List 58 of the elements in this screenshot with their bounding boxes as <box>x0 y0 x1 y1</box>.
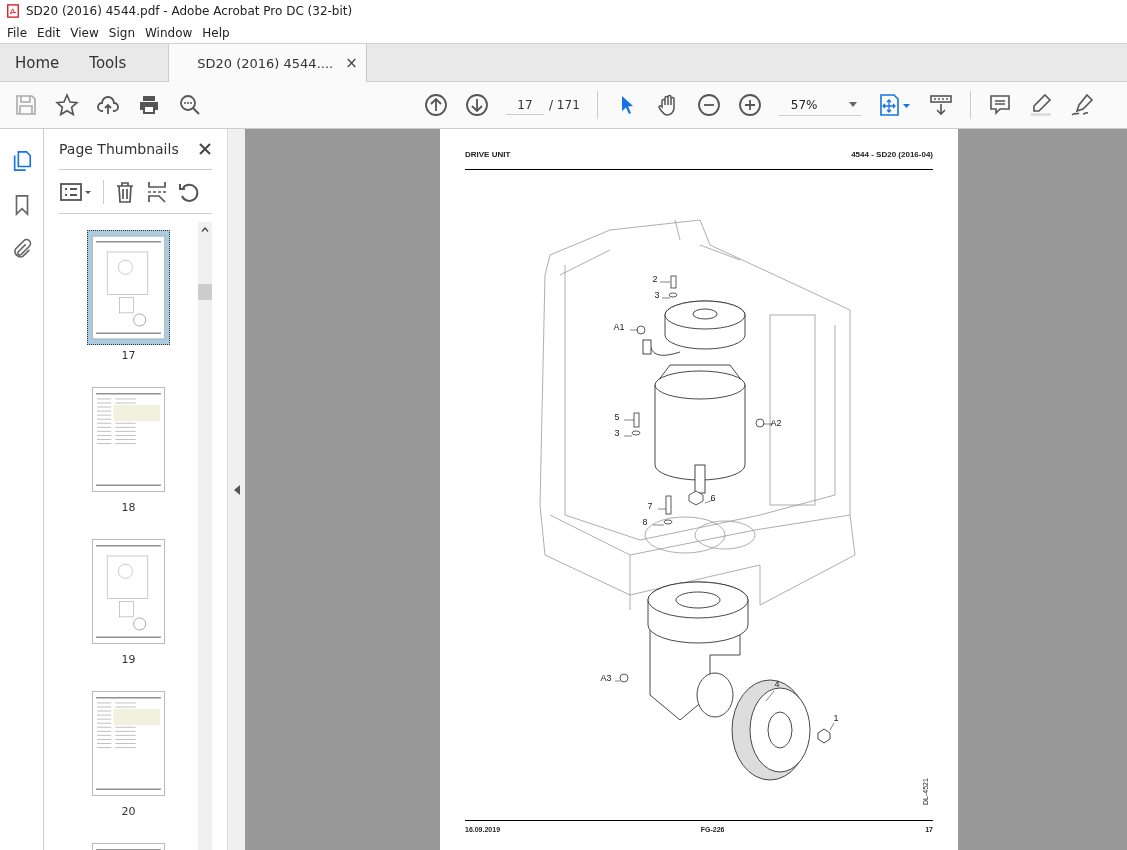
extract-pages-icon[interactable] <box>146 180 168 203</box>
callout-label: A1 <box>613 322 625 332</box>
print-icon[interactable] <box>137 93 161 117</box>
previous-page-icon[interactable] <box>424 93 448 117</box>
callout-label: 4 <box>774 679 780 689</box>
scroll-mode-icon[interactable] <box>928 93 953 117</box>
page-number-field[interactable]: 17 <box>506 95 544 115</box>
page-number-label: 20 <box>121 805 136 818</box>
page-thumbnail[interactable] <box>87 230 170 345</box>
page-header-title: DRIVE UNIT <box>465 150 511 159</box>
menu-item[interactable]: Sign <box>103 25 140 40</box>
comment-icon[interactable] <box>987 93 1012 117</box>
menu-item[interactable]: Help <box>197 25 235 40</box>
collapse-panel-icon[interactable] <box>233 484 240 495</box>
nav-tab[interactable]: Home <box>0 44 75 81</box>
pen-sign-icon[interactable] <box>1069 93 1094 117</box>
page-total: / 171 <box>549 98 580 112</box>
close-tab-button[interactable]: × <box>345 54 358 72</box>
menu-item[interactable]: Window <box>140 25 198 40</box>
callout-label: 1 <box>833 713 839 723</box>
highlighter-icon[interactable] <box>1028 93 1053 117</box>
callout-label: A2 <box>770 418 782 428</box>
next-page-icon[interactable] <box>465 93 489 117</box>
page-header-reference: 4544 - SD20 (2016-04) <box>851 150 933 159</box>
options-menu-icon[interactable] <box>59 180 93 203</box>
zoom-in-icon[interactable] <box>737 93 762 117</box>
window-title: SD20 (2016) 4544.pdf - Adobe Acrobat Pro DC (32-bit) <box>26 4 353 18</box>
page-number-label: 19 <box>121 653 136 666</box>
star-icon[interactable] <box>55 93 79 117</box>
callout-label: 6 <box>710 493 716 503</box>
callout-label: 5 <box>614 412 620 422</box>
page-number-label: 18 <box>121 501 136 514</box>
page-number-label: 17 <box>121 349 136 362</box>
close-icon[interactable] <box>198 142 212 156</box>
menu-item[interactable]: View <box>65 25 104 40</box>
caret-icon <box>848 102 857 107</box>
fit-page-icon[interactable] <box>877 93 912 117</box>
menu-item[interactable]: Edit <box>32 25 66 40</box>
scrollbar[interactable] <box>198 222 212 850</box>
document-tab[interactable]: SD20 (2016) 4544.... × <box>168 44 367 82</box>
zoom-out-icon[interactable] <box>696 93 721 117</box>
panel-title: Page Thumbnails <box>59 141 179 157</box>
callout-label: 3 <box>614 428 620 438</box>
trash-icon[interactable] <box>114 180 136 203</box>
callout-label: 8 <box>642 517 648 527</box>
scroll-up-icon[interactable] <box>201 227 209 232</box>
scrollbar-thumb[interactable] <box>198 284 212 300</box>
cloud-upload-icon[interactable] <box>96 93 120 117</box>
callout-label: 2 <box>652 274 658 284</box>
callout-label: 7 <box>647 501 653 511</box>
search-icon[interactable] <box>178 93 202 117</box>
tab-label: SD20 (2016) 4544.... <box>197 55 334 71</box>
nav-tab[interactable]: Tools <box>74 44 142 81</box>
pdf-file-icon <box>6 4 20 18</box>
callout-label: A3 <box>600 673 612 683</box>
zoom-dropdown[interactable]: 57% <box>778 94 861 116</box>
callout-label: 3 <box>654 290 660 300</box>
menu-item[interactable]: File <box>2 25 33 40</box>
